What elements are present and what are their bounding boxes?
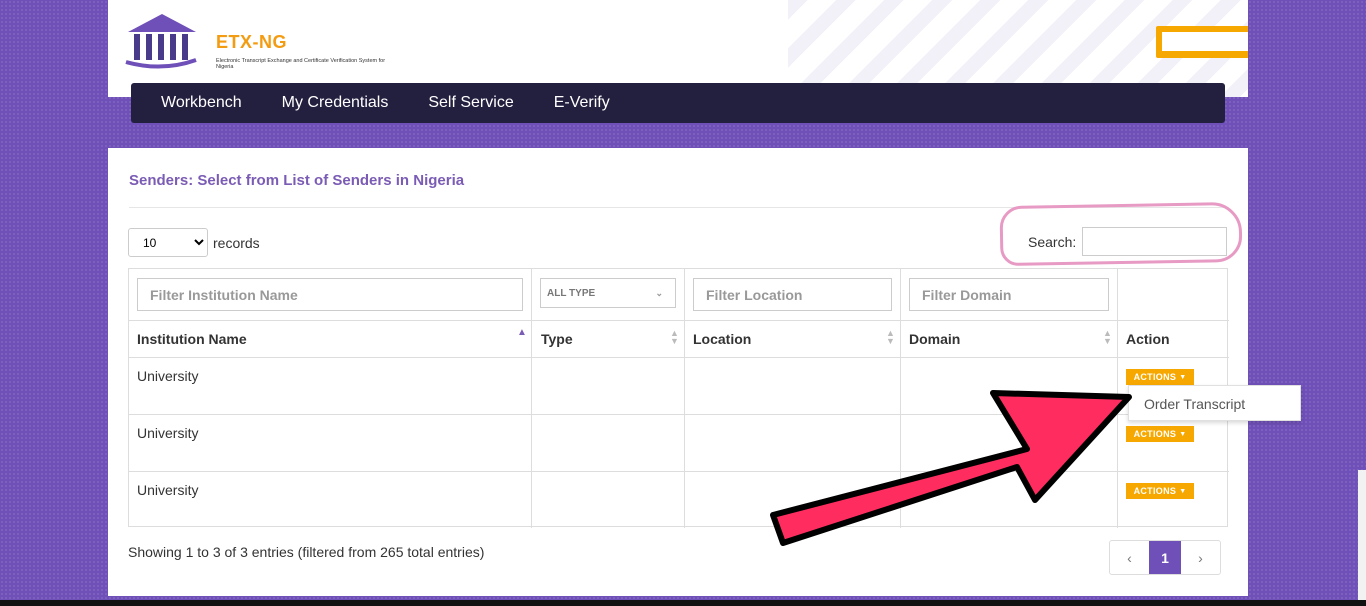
records-label: records xyxy=(213,234,260,251)
nav-self-service[interactable]: Self Service xyxy=(408,94,533,112)
records-length-control: 10 records xyxy=(128,228,260,257)
menu-item-order-transcript[interactable]: Order Transcript xyxy=(1144,396,1300,412)
column-divider xyxy=(684,269,685,528)
records-per-page-select[interactable]: 10 xyxy=(128,228,208,257)
header-institution-name[interactable]: Institution Name xyxy=(137,331,247,347)
filter-row: Filter Institution Name ALL TYPE ⌄ Filte… xyxy=(129,269,1229,321)
page-title: Senders: Select from List of Senders in … xyxy=(129,172,465,189)
chevron-down-icon: ⌄ xyxy=(655,288,663,298)
nav-e-verify[interactable]: E-Verify xyxy=(534,94,630,112)
annotation-arrow-icon xyxy=(770,390,1132,546)
filter-location-input[interactable]: Filter Location xyxy=(693,278,892,311)
sort-icon: ▲ ▼ xyxy=(670,328,679,346)
institution-name-cell: University xyxy=(137,482,199,498)
table-header-row: Institution Name ▲ Type ▲ ▼ Location ▲ ▼ D… xyxy=(129,321,1229,358)
caret-down-icon: ▼ xyxy=(1179,487,1187,495)
pager-page-1[interactable]: 1 xyxy=(1149,541,1181,574)
filter-institution-input[interactable]: Filter Institution Name xyxy=(137,278,523,311)
search-label: Search: xyxy=(1028,233,1077,250)
header-type[interactable]: Type xyxy=(541,331,573,347)
sort-icon: ▲ ▼ xyxy=(886,328,895,346)
logo-name: ETX-NG xyxy=(216,32,288,52)
filter-domain-input[interactable]: Filter Domain xyxy=(909,278,1109,311)
sort-icon: ▲ ▼ xyxy=(1103,328,1112,346)
institution-select-value xyxy=(1162,32,1248,51)
nav-workbench[interactable]: Workbench xyxy=(141,94,262,112)
logo[interactable]: ETX-NG Electronic Transcript Exchange an… xyxy=(124,10,385,70)
nav-my-credentials[interactable]: My Credentials xyxy=(262,94,409,112)
table-info: Showing 1 to 3 of 3 entries (filtered fr… xyxy=(128,544,485,560)
actions-dropdown-menu: Order Transcript xyxy=(1128,385,1301,421)
institution-name-cell: University xyxy=(137,368,199,384)
header-location[interactable]: Location xyxy=(693,331,751,347)
institution-name-cell: University xyxy=(137,425,199,441)
bottom-bar xyxy=(0,600,1366,606)
filter-type-select[interactable]: ALL TYPE ⌄ xyxy=(540,278,676,308)
logo-subtitle: Electronic Transcript Exchange and Certi… xyxy=(216,58,386,70)
search-control: Search: xyxy=(1028,227,1228,256)
search-input[interactable] xyxy=(1082,227,1228,256)
header-domain[interactable]: Domain xyxy=(909,331,960,347)
caret-down-icon: ▼ xyxy=(1179,430,1187,438)
scrollbar[interactable] xyxy=(1358,470,1366,600)
caret-down-icon: ▼ xyxy=(1179,373,1187,381)
header-action: Action xyxy=(1126,331,1170,347)
pager-next-button[interactable]: › xyxy=(1181,541,1220,574)
column-divider xyxy=(531,269,532,528)
building-icon xyxy=(125,14,197,69)
sort-asc-icon: ▲ xyxy=(517,327,527,338)
institution-select[interactable] xyxy=(1156,26,1248,58)
main-navbar: Workbench My Credentials Self Service E-… xyxy=(131,83,1225,123)
